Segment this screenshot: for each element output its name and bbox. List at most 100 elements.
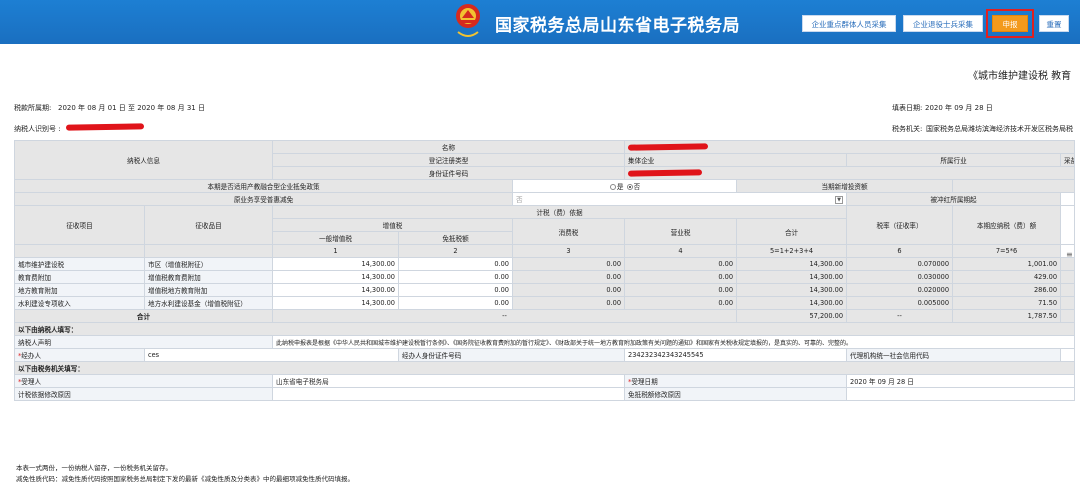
col-payable: 本期应纳税（费）额 [952, 205, 1062, 245]
totals-row: 合计 -- 57,200.00 -- 1,787.50 [14, 309, 1076, 323]
agent-input[interactable]: ces [144, 348, 399, 362]
acceptor-label: *受理人 [14, 374, 273, 388]
credit-amount-label: 当期新增投资额 [736, 179, 954, 193]
totals-rate-dash: -- [846, 309, 954, 323]
taxpayer-id-label: 纳税人识别号 : [14, 125, 61, 133]
note-line-2: 减免性质代码：减免性质代码按照国家税务总局制定下发的最新《减免性质及分类表》中的… [16, 475, 354, 483]
agent-id-label: 经办人身份证件号码 [397, 348, 626, 362]
yes-radio[interactable] [609, 184, 616, 190]
chevron-down-icon[interactable]: ▼ [835, 196, 844, 204]
accept-date-label: *受理日期 [624, 374, 848, 388]
industry-label: 所属行业 [846, 153, 1062, 167]
col-num-5: 5=1+2+3+4 [736, 244, 848, 258]
reg-type-value: 集体企业 [624, 153, 848, 167]
reduction-label: 原业务享受普惠减免 [14, 192, 513, 206]
col-num-3: 3 [511, 244, 626, 258]
consumption-value: 0.00 [511, 296, 626, 310]
id-no-value [624, 166, 1076, 180]
scroll-handle-icon[interactable]: ≡ [1066, 250, 1073, 259]
business-value: 0.00 [624, 257, 738, 271]
row-subitem: 增值税教育费附加 [144, 270, 273, 284]
basis-reason-input[interactable] [271, 387, 626, 401]
business-value: 0.00 [624, 270, 738, 284]
payable-value: 286.00 [952, 283, 1062, 297]
business-value: 0.00 [624, 296, 738, 310]
general-vat-input[interactable]: 14,300.00 [272, 270, 399, 284]
name-label: 名称 [271, 140, 626, 154]
exempt-vat-input[interactable]: 0.00 [398, 283, 513, 297]
business-value: 0.00 [624, 283, 738, 297]
reg-type-label: 登记注册类型 [271, 153, 626, 167]
row-subitem: 市区（增值税附征） [144, 257, 273, 271]
consumption-value: 0.00 [511, 283, 626, 297]
integration-policy-label: 本期是否适用产教融合型企业抵免政策 [14, 179, 513, 193]
reset-button[interactable]: 重置 [1039, 15, 1069, 32]
col-item: 征收项目 [14, 205, 145, 245]
highlight-box [986, 9, 1034, 38]
exempt-vat-input[interactable]: 0.00 [398, 257, 513, 271]
total-value: 14,300.00 [736, 257, 848, 271]
col-business: 营业税 [624, 218, 738, 245]
key-group-collection-button[interactable]: 企业重点群体人员采集 [802, 15, 896, 32]
col-num-1: 1 [272, 244, 399, 258]
rate-value: 0.030000 [846, 270, 954, 284]
totals-total: 57,200.00 [736, 309, 848, 323]
integration-radio-group[interactable]: 是 否 [511, 179, 738, 193]
tax-office-label: 税务机关: [892, 125, 923, 133]
agency-code-input[interactable] [1060, 348, 1076, 362]
exempt-vat-input[interactable]: 0.00 [398, 296, 513, 310]
row-subitem: 地方水利建设基金（增值税附征） [144, 296, 273, 310]
col-basis: 计税（费）依据 [271, 205, 848, 219]
taxpayer-fill-section: 以下由纳税人填写： [13, 322, 1076, 336]
tax-emblem-icon [456, 4, 480, 37]
payable-value: 71.50 [952, 296, 1062, 310]
col-num-7: 7=5*6 [952, 244, 1062, 258]
agency-code-label: 代理机构统一社会信用代码 [846, 348, 1062, 362]
rate-value: 0.005000 [846, 296, 954, 310]
acceptor-value: 山东省电子税务局 [271, 374, 626, 388]
general-vat-input[interactable]: 14,300.00 [272, 283, 399, 297]
declaration-label: 纳税人声明 [14, 335, 273, 349]
consumption-value: 0.00 [511, 270, 626, 284]
name-value [624, 140, 1076, 154]
agent-label: *经办人 [14, 348, 145, 362]
row-item: 教育费附加 [14, 270, 145, 284]
period-label: 税款所属期: [14, 104, 52, 112]
exempt-reason-label: 免抵税额修改原因 [624, 387, 848, 401]
redaction-mark [65, 123, 145, 131]
basis-reason-label: 计税依据修改原因 [14, 387, 273, 401]
total-value: 14,300.00 [736, 270, 848, 284]
totals-label: 合计 [14, 309, 273, 323]
reduction-select[interactable]: 否 ▼ [511, 192, 848, 206]
total-value: 14,300.00 [736, 296, 848, 310]
general-vat-input[interactable]: 14,300.00 [272, 296, 399, 310]
col-exempt-vat: 免抵税额 [398, 231, 513, 245]
table-row: 地方教育附加 增值税地方教育附加 14,300.00 0.00 0.00 0.0… [14, 283, 1076, 297]
row-item: 水利建设专项收入 [14, 296, 145, 310]
general-vat-input[interactable]: 14,300.00 [272, 257, 399, 271]
offset-period-label: 被冲红所属期起 [846, 192, 1062, 206]
row-subitem: 增值税地方教育附加 [144, 283, 273, 297]
yes-radio-label: 是 [616, 183, 624, 191]
payable-value: 429.00 [952, 270, 1062, 284]
exempt-vat-input[interactable]: 0.00 [398, 270, 513, 284]
no-radio[interactable] [626, 184, 633, 190]
form-title: 《城市维护建设税 教育 [968, 71, 1072, 82]
row-item: 城市维护建设税 [14, 257, 145, 271]
col-total: 合计 [736, 218, 848, 245]
col-num-2: 2 [398, 244, 513, 258]
veteran-collection-button[interactable]: 企业退役士兵采集 [903, 15, 983, 32]
office-fill-section: 以下由税务机关填写： [13, 361, 1076, 375]
declaration-text: 此纳税申报表是根据《中华人民共和国城市维护建设税暂行条例》、《国务院征收教育费附… [271, 335, 1076, 349]
rate-value: 0.070000 [846, 257, 954, 271]
agent-id-input[interactable]: 234232342343245545 [624, 348, 848, 362]
site-title: 国家税务总局山东省电子税务局 [495, 16, 740, 36]
fill-date-label: 填表日期: [892, 104, 923, 112]
accept-date-value: 2020 年 09 月 28 日 [846, 374, 1076, 388]
industry-value: 采盐 [1060, 153, 1076, 167]
note-line-1: 本表一式两份，一份纳税人留存，一份税务机关留存。 [16, 464, 172, 472]
exempt-reason-input[interactable] [846, 387, 1076, 401]
tax-office-value: 国家税务总局潍坊滨海经济技术开发区税务局税 [926, 125, 1073, 133]
fill-date-value: 2020 年 09 月 28 日 [925, 104, 993, 112]
col-vat: 增值税 [272, 218, 513, 232]
